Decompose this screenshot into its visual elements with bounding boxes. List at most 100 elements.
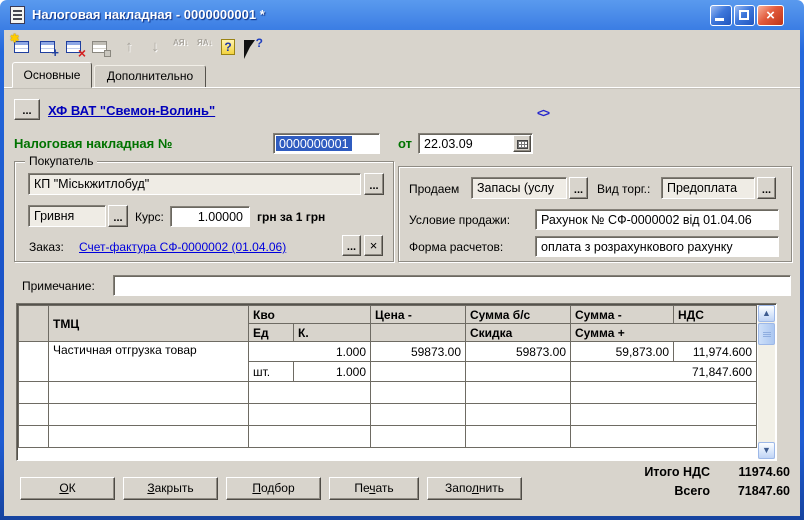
skidka-price-cell[interactable] bbox=[371, 362, 466, 382]
items-table: ТМЦ Кво Цена - Сумма б/с Сумма - НДС Ед … bbox=[18, 305, 757, 448]
scroll-down-icon[interactable]: ▼ bbox=[758, 442, 775, 459]
buyer-name: КП "Міськжитлобуд" bbox=[34, 177, 149, 191]
rate-units-label: грн за 1 грн bbox=[257, 210, 325, 224]
buyer-field[interactable]: КП "Міськжитлобуд" bbox=[28, 173, 361, 195]
close-button[interactable]: × bbox=[757, 5, 784, 26]
col-price-header: Цена - bbox=[371, 306, 466, 324]
app-window: Налоговая накладная - 0000000001 * × ✱ +… bbox=[0, 0, 804, 520]
note-input[interactable] bbox=[113, 275, 791, 296]
currency-select-button[interactable]: ... bbox=[108, 205, 128, 227]
tmc-cell[interactable]: Частичная отгрузка товар bbox=[49, 342, 249, 382]
scrollbar-thumb[interactable] bbox=[758, 323, 775, 345]
sum-minus-cell[interactable]: 59,873.00 bbox=[571, 342, 674, 362]
selected-text: 0000000001 bbox=[276, 136, 352, 151]
order-label: Заказ: bbox=[29, 240, 64, 254]
currency-value: Гривня bbox=[34, 209, 74, 223]
table-row[interactable] bbox=[19, 426, 757, 448]
calendar-icon bbox=[517, 140, 528, 149]
move-down-icon: ↓ bbox=[144, 36, 166, 58]
nds-cell[interactable]: 11,974.600 bbox=[674, 342, 757, 362]
doc-date-value: 22.03.09 bbox=[424, 137, 473, 151]
nav-marker: <> bbox=[537, 106, 549, 120]
price-cell[interactable]: 59873.00 bbox=[371, 342, 466, 362]
order-clear-button[interactable]: × bbox=[364, 235, 383, 256]
total-nds-value: 11974.60 bbox=[739, 465, 790, 479]
help-icon[interactable]: ? bbox=[218, 36, 240, 58]
fill-button[interactable]: Заполнить bbox=[427, 477, 522, 500]
col-summinus-header: Сумма - bbox=[571, 306, 674, 324]
sort-asc-icon: АЯ↓ bbox=[172, 36, 194, 58]
rate-label: Курс: bbox=[135, 210, 164, 224]
col-price-sub-header bbox=[371, 324, 466, 342]
trade-type-field[interactable]: Предоплата bbox=[661, 177, 755, 199]
trade-type-label: Вид торг.: bbox=[597, 182, 650, 196]
rate-input[interactable]: 1.00000 bbox=[170, 206, 250, 227]
grid-header-row-1: ТМЦ Кво Цена - Сумма б/с Сумма - НДС bbox=[19, 306, 757, 324]
move-up-icon: ↑ bbox=[118, 36, 140, 58]
maximize-button[interactable] bbox=[734, 5, 755, 26]
print-button[interactable]: Печать bbox=[329, 477, 419, 500]
table-row[interactable] bbox=[19, 382, 757, 404]
buyer-select-button[interactable]: ... bbox=[364, 173, 384, 195]
client-area: ✱ + × ↑ ↓ АЯ↓ ЯА↓ ? ? Основные Дополните… bbox=[4, 30, 800, 516]
k-cell[interactable]: 1.000 bbox=[294, 362, 371, 382]
trade-type-select-button[interactable]: ... bbox=[757, 177, 776, 199]
minimize-button[interactable] bbox=[710, 5, 732, 26]
title-bar[interactable]: Налоговая накладная - 0000000001 * × bbox=[0, 0, 804, 30]
col-ed-header: Ед bbox=[249, 324, 294, 342]
sum-plus-cell[interactable]: 71,847.600 bbox=[571, 362, 757, 382]
note-label: Примечание: bbox=[22, 279, 95, 293]
doc-number-input[interactable]: 0000000001 bbox=[273, 133, 380, 154]
table-row[interactable] bbox=[19, 404, 757, 426]
sell-value: Запасы (услу bbox=[477, 181, 554, 195]
row-number-cell[interactable]: 1 bbox=[19, 342, 49, 382]
window-title: Налоговая накладная - 0000000001 * bbox=[32, 7, 265, 22]
sell-select-button[interactable]: ... bbox=[569, 177, 588, 199]
col-kvo-header: Кво bbox=[249, 306, 371, 324]
sum-bs-cell[interactable]: 59873.00 bbox=[466, 342, 571, 362]
firm-link[interactable]: ХФ ВАТ "Свемон-Волинь" bbox=[48, 103, 215, 118]
vertical-scrollbar[interactable]: ▲ ▼ bbox=[758, 305, 775, 459]
new-line-icon[interactable]: ✱ bbox=[12, 36, 34, 58]
qty-total-cell[interactable]: 1.000 bbox=[249, 342, 371, 362]
payform-label: Форма расчетов: bbox=[409, 240, 503, 254]
doc-number-label: Налоговая накладная № bbox=[14, 136, 172, 151]
col-sumplus-header: Сумма + bbox=[571, 324, 757, 342]
scroll-up-icon[interactable]: ▲ bbox=[758, 305, 775, 322]
context-help-icon[interactable]: ? bbox=[242, 36, 264, 58]
ed-cell[interactable]: шт. bbox=[249, 362, 294, 382]
buyer-group: Покупатель КП "Міськжитлобуд" ... Гривня… bbox=[14, 161, 394, 262]
tab-page-edge bbox=[4, 87, 800, 89]
ok-button[interactable]: ОК bbox=[20, 477, 115, 500]
copy-line-icon bbox=[90, 36, 112, 58]
delete-line-icon[interactable]: × bbox=[64, 36, 86, 58]
calendar-button[interactable] bbox=[513, 135, 531, 152]
order-link[interactable]: Счет-фактура СФ-0000002 (01.04.06) bbox=[79, 240, 286, 254]
payform-input[interactable]: оплата з розрахункового рахунку bbox=[535, 236, 779, 257]
tab-osnovnye[interactable]: Основные bbox=[12, 62, 92, 88]
col-k-header: К. bbox=[294, 324, 371, 342]
total-nds-label: Итого НДС bbox=[644, 465, 710, 479]
terms-input[interactable]: Рахунок № СФ-0000002 від 01.04.06 bbox=[535, 209, 779, 230]
terms-value: Рахунок № СФ-0000002 від 01.04.06 bbox=[541, 213, 752, 227]
currency-field[interactable]: Гривня bbox=[28, 205, 106, 227]
order-select-button[interactable]: ... bbox=[342, 235, 361, 256]
buyer-group-title: Покупатель bbox=[25, 154, 97, 168]
add-line-icon[interactable]: + bbox=[38, 36, 60, 58]
close-form-button[interactable]: Закрыть bbox=[123, 477, 218, 500]
document-icon bbox=[10, 6, 25, 24]
rate-value: 1.00000 bbox=[198, 210, 243, 224]
skidka-cell[interactable] bbox=[466, 362, 571, 382]
col-skidka-header: Скидка bbox=[466, 324, 571, 342]
firm-select-button[interactable]: ... bbox=[14, 99, 40, 120]
doc-date-input[interactable]: 22.03.09 bbox=[418, 133, 533, 154]
total-all-value: 71847.60 bbox=[738, 484, 790, 498]
terms-label: Условие продажи: bbox=[409, 213, 510, 227]
sell-field[interactable]: Запасы (услу bbox=[471, 177, 567, 199]
tab-dopolnitelno[interactable]: Дополнительно bbox=[94, 65, 206, 88]
col-nds-header: НДС bbox=[674, 306, 757, 324]
total-all-label: Всего bbox=[674, 484, 710, 498]
pick-button[interactable]: Подбор bbox=[226, 477, 321, 500]
sort-desc-icon: ЯА↓ bbox=[196, 36, 218, 58]
table-row[interactable]: 1 Частичная отгрузка товар 1.000 59873.0… bbox=[19, 342, 757, 362]
